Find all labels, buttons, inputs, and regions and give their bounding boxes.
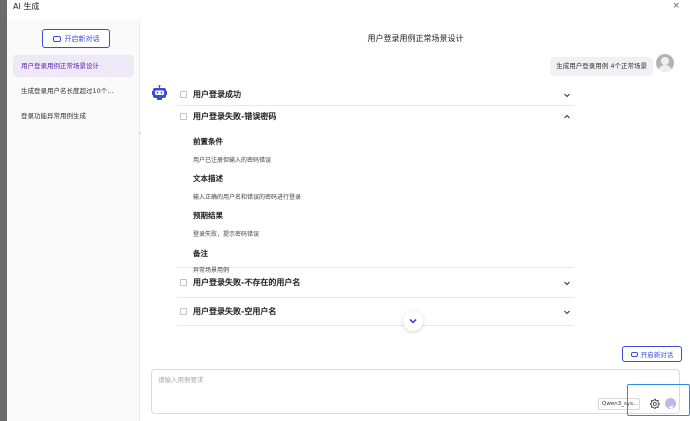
dialog-title: AI 生成 [13,2,40,11]
expected-label: 预期结果 [193,211,223,220]
case-checkbox[interactable] [180,113,187,120]
chevron-down-icon[interactable] [562,278,572,288]
session-item-2[interactable]: 生成登录用户名长度超过10个... [13,80,134,102]
case-checkbox[interactable] [180,91,187,98]
chevron-down-icon[interactable] [562,307,572,317]
precondition-text: 用户已注册但输入的密码错误 [193,157,272,164]
case-row[interactable]: 用户登录成功 [177,84,574,106]
new-chat-button[interactable]: 开启新对话 [42,29,110,48]
case-name: 用户登录失败-不存在的用户名 [193,278,301,287]
new-chat-button-bottom[interactable]: 开启新对话 [622,346,682,362]
chat-icon [630,351,638,357]
test-case-list: 用户登录成功 用户登录失败-错误密码 前置条件 用户已注册但输入的密码错误 文本… [177,84,574,326]
close-icon[interactable]: × [672,0,680,13]
description-text: 输入正确的用户名和错误的密码进行登录 [193,194,302,201]
model-select[interactable]: Qwen3_sys... [598,398,640,410]
robot-icon [152,85,167,100]
chevron-down-icon [409,318,417,324]
session-item-3[interactable]: 登录功能异常用例生成 [13,105,134,127]
description-label: 文本描述 [193,174,223,183]
expected-text: 登录失败，提示密码错误 [193,231,260,238]
chat-main: 用户登录用例正常场景设计 生成用户登录用例 4个正常场景 用户登录成功 用户登录… [141,20,690,421]
send-button[interactable] [665,398,676,411]
prompt-input[interactable] [158,374,598,394]
session-sidebar: 开启新对话 用户登录用例正常场景设计 生成登录用户名长度超过10个... 登录功… [7,20,140,421]
left-edge-strip [0,0,7,421]
case-checkbox[interactable] [180,279,187,286]
case-row[interactable]: 用户登录失败-不存在的用户名 [177,268,574,298]
page-title: 用户登录用例正常场景设计 [367,34,464,43]
chevron-up-icon[interactable] [562,112,572,122]
send-icon [668,405,674,411]
case-name: 用户登录失败-错误密码 [193,112,277,121]
remark-label: 备注 [193,249,208,258]
new-chat-label: 开启新对话 [640,351,674,359]
session-item-1[interactable]: 用户登录用例正常场景设计 [13,55,134,77]
new-chat-label: 开启新对话 [64,34,100,43]
scroll-to-bottom-button[interactable] [403,311,423,331]
case-detail-panel: 前置条件 用户已注册但输入的密码错误 文本描述 输入正确的用户名和错误的密码进行… [177,128,574,274]
case-row[interactable]: 用户登录失败-错误密码 [177,106,574,128]
gear-icon[interactable] [649,398,660,409]
precondition-label: 前置条件 [193,137,223,146]
user-avatar [656,54,674,72]
case-row[interactable]: 用户登录失败-空用户名 [177,298,574,326]
case-name: 用户登录成功 [193,90,241,99]
dialog-titlebar: AI 生成 × [7,0,690,13]
case-name: 用户登录失败-空用户名 [193,307,277,316]
chevron-down-icon[interactable] [562,90,572,100]
user-message: 生成用户登录用例 4个正常场景 [550,57,653,76]
case-checkbox[interactable] [180,308,187,315]
prompt-input-box: Qwen3_sys... [151,369,680,414]
chat-icon [52,35,61,42]
